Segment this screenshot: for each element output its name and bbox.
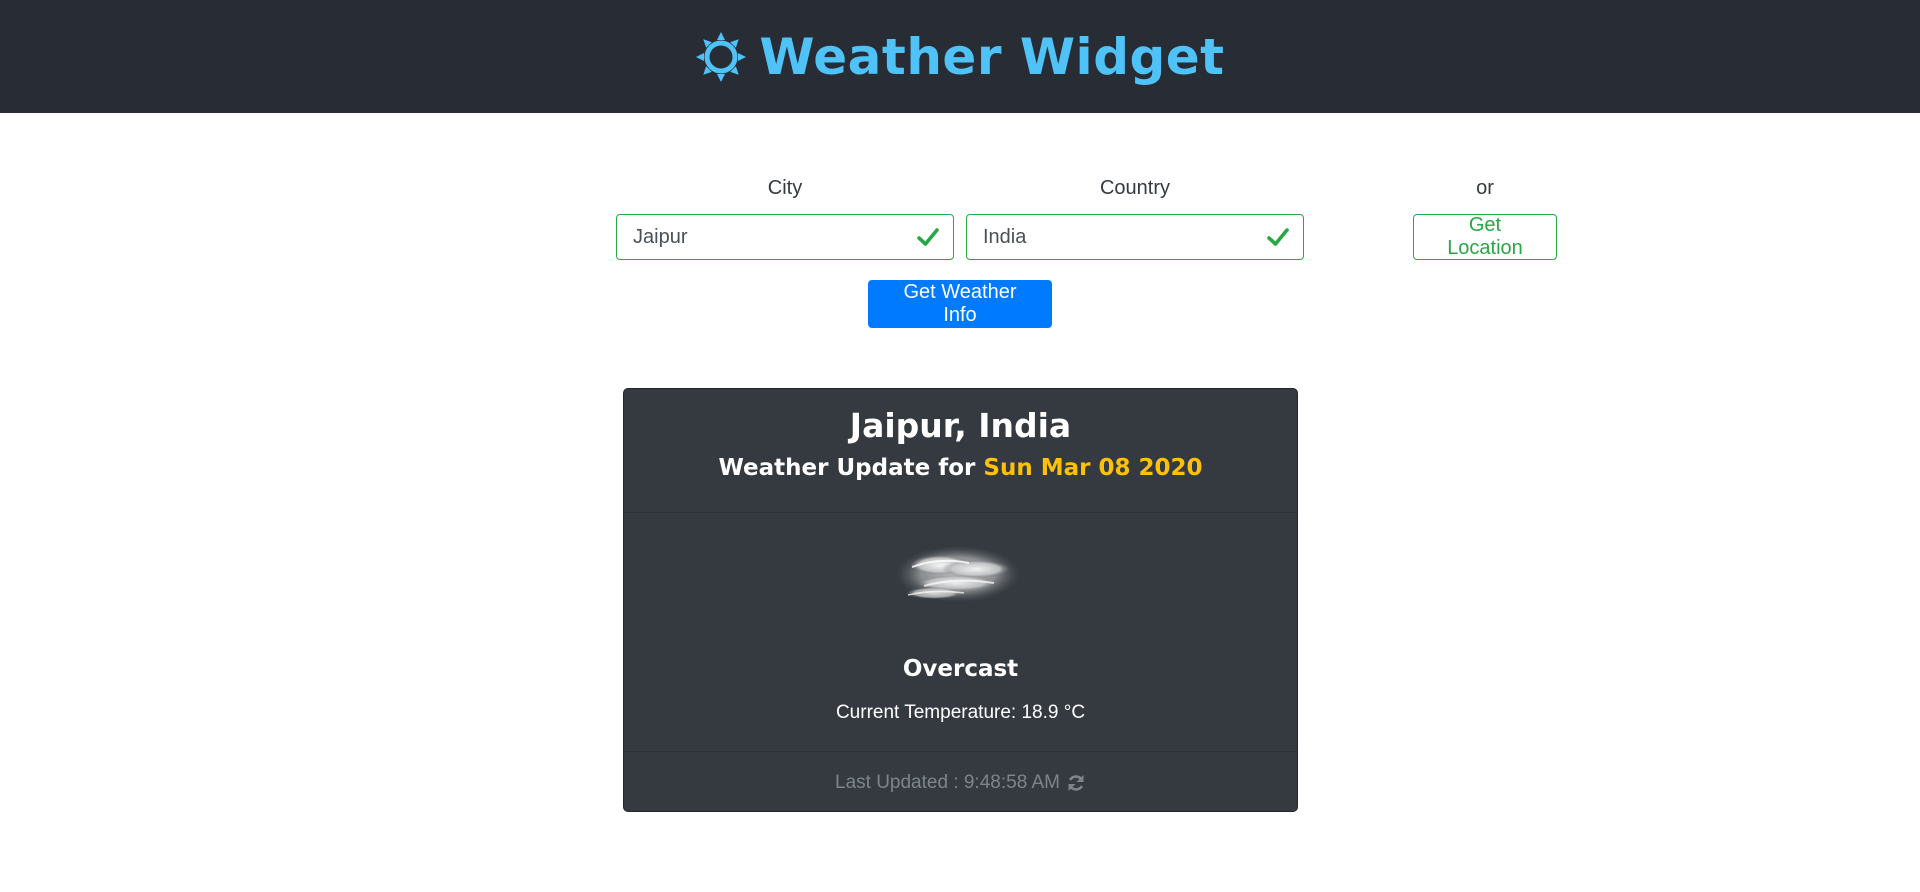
card-header: Jaipur, India Weather Update for Sun Mar… (624, 389, 1297, 513)
get-weather-info-button[interactable]: Get Weather Info (868, 280, 1052, 328)
city-label: City (767, 177, 803, 199)
app-header: Weather Widget (0, 0, 1920, 113)
weather-update-prefix: Weather Update for (718, 455, 984, 481)
weather-date: Sun Mar 08 2020 (983, 455, 1203, 481)
country-label: Country (1099, 177, 1171, 199)
app-brand: Weather Widget (695, 28, 1224, 86)
refresh-icon[interactable] (1066, 773, 1086, 793)
location-title: Jaipur, India (849, 406, 1072, 445)
search-form: City Country or Get Location Get Weather… (0, 113, 1920, 343)
weather-card: Jaipur, India Weather Update for Sun Mar… (623, 388, 1298, 812)
country-field-wrapper (966, 214, 1304, 260)
card-footer: Last Updated : 9:48:58 AM (624, 752, 1297, 811)
overcast-clouds-icon (894, 539, 1022, 609)
city-field-wrapper (616, 214, 954, 260)
check-icon (1267, 226, 1289, 248)
current-temperature: Current Temperature: 18.9 °C (835, 702, 1086, 723)
last-updated-text: Last Updated : 9:48:58 AM (835, 771, 1060, 793)
weather-update-subtitle: Weather Update for Sun Mar 08 2020 (624, 453, 1297, 483)
get-location-button[interactable]: Get Location (1413, 214, 1557, 260)
app-title: Weather Widget (759, 27, 1225, 86)
check-icon (917, 226, 939, 248)
country-input[interactable] (983, 225, 1267, 249)
city-input[interactable] (633, 225, 917, 249)
weather-condition: Overcast (902, 656, 1019, 682)
or-label: or (1476, 177, 1494, 199)
sun-icon (695, 31, 747, 83)
card-body: Overcast Current Temperature: 18.9 °C (624, 513, 1297, 752)
